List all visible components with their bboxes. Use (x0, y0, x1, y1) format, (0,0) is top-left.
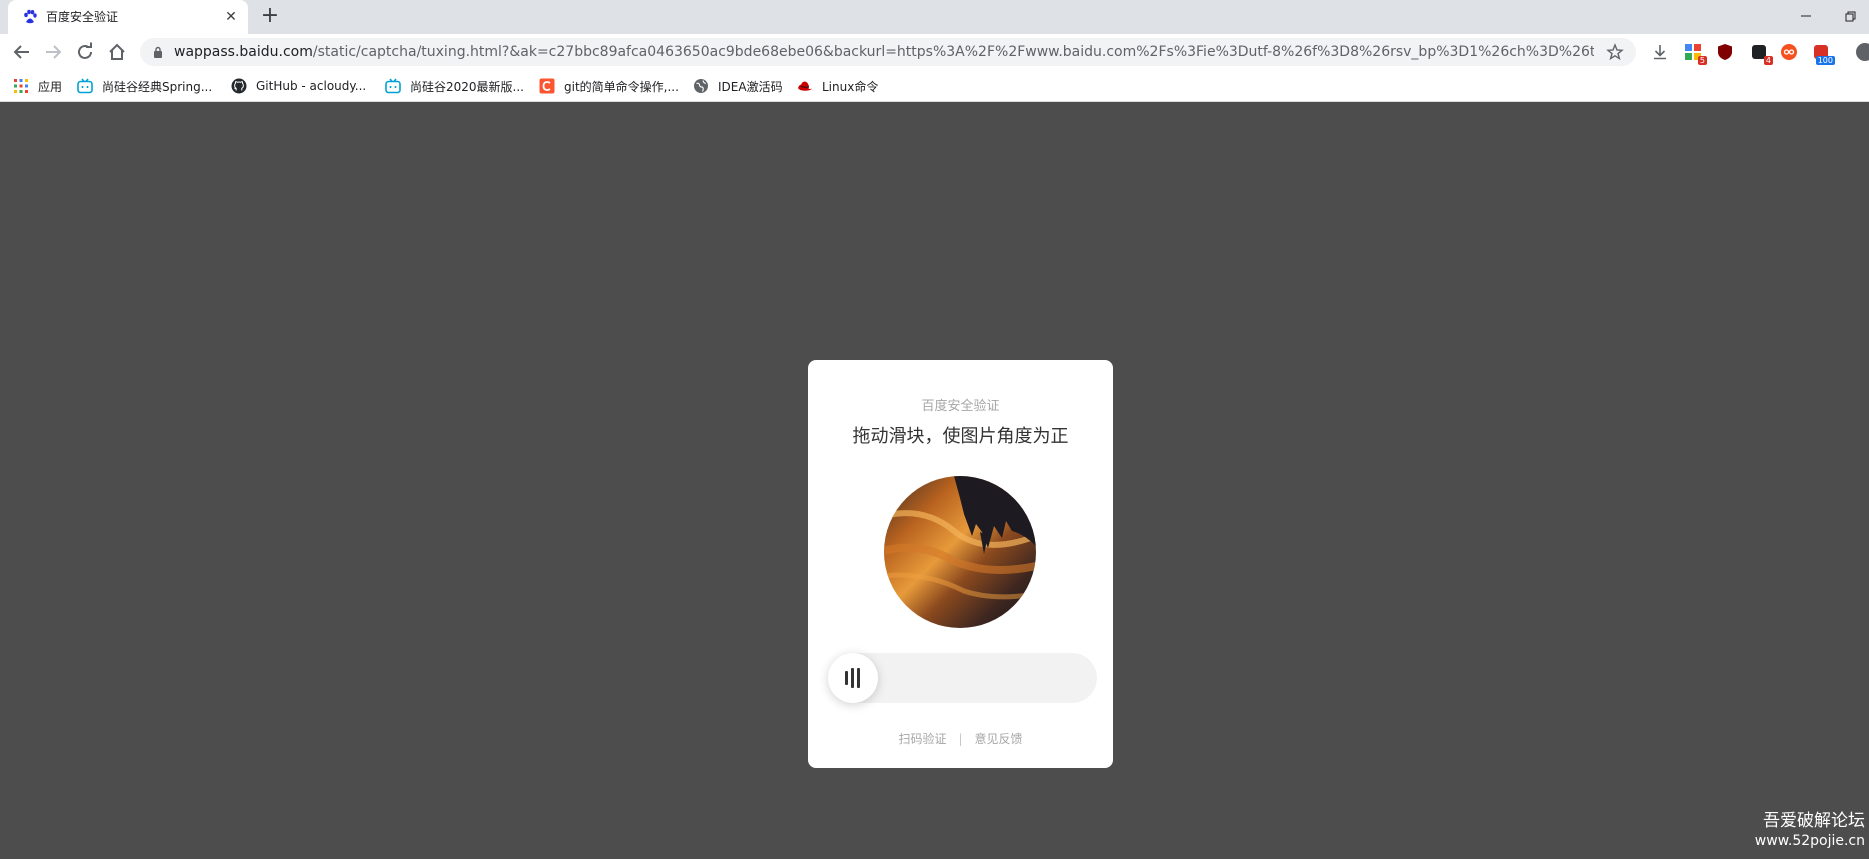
apps-grid-icon (14, 79, 28, 93)
extension-blue-icon[interactable]: 100 (1812, 43, 1835, 65)
orange-circle-icon (1781, 44, 1797, 60)
captcha-brand-title: 百度安全验证 (921, 399, 1000, 414)
extension-badge: 4 (1763, 56, 1773, 65)
bookmark-label: Linux命令 (822, 79, 879, 94)
bookmark-label: 尚硅谷经典Spring... (102, 79, 213, 94)
bilibili-icon (77, 78, 93, 94)
browser-toolbar: wappass.baidu.com/static/captcha/tuxing.… (0, 34, 1869, 70)
download-icon[interactable] (1651, 43, 1669, 61)
watermark: 吾爱破解论坛 www.52pojie.cn (1740, 810, 1865, 850)
baidu-paw-icon (24, 9, 37, 24)
extension-grid-icon[interactable]: 5 (1684, 43, 1707, 65)
tab-active[interactable]: 百度安全验证 ✕ (8, 0, 248, 34)
bookmark-item[interactable]: IDEA激活码 (693, 77, 783, 95)
url-host: wappass.baidu.com (174, 44, 313, 60)
bookmark-item[interactable]: 尚硅谷经典Spring... (77, 77, 212, 95)
watermark-title: 吾爱破解论坛 (1763, 811, 1865, 831)
address-bar[interactable]: wappass.baidu.com/static/captcha/tuxing.… (140, 38, 1636, 66)
bookmark-label: IDEA激活码 (718, 79, 783, 94)
extension-dark-icon[interactable]: 4 (1750, 43, 1773, 65)
sunset-photo-image (884, 476, 1036, 628)
bookmark-label: 尚硅谷2020最新版... (410, 79, 524, 94)
grip-line-icon (845, 671, 848, 685)
window-restore-icon[interactable] (1840, 6, 1860, 26)
home-icon[interactable] (106, 41, 128, 63)
bookmark-label: GitHub - acloudy... (256, 79, 367, 93)
bookmark-item[interactable]: 尚硅谷2020最新版... (385, 77, 524, 95)
window-minimize-icon[interactable] (1796, 6, 1816, 26)
profile-avatar[interactable] (1856, 43, 1869, 61)
bookmark-item[interactable]: git的简单命令操作,... (539, 77, 679, 95)
captcha-card: 百度安全验证 拖动滑块，使图片角度为正 扫码验证 | 意见反馈 (808, 360, 1113, 768)
watermark-url: www.52pojie.cn (1754, 833, 1865, 849)
url-text[interactable]: wappass.baidu.com/static/captcha/tuxing.… (174, 44, 1594, 60)
grip-line-icon (851, 668, 854, 688)
globe-icon (694, 79, 708, 93)
tab-strip: 百度安全验证 ✕ + (0, 0, 1869, 34)
bookmark-label: 应用 (38, 79, 63, 94)
link-separator: | (958, 732, 963, 746)
captcha-instruction: 拖动滑块，使图片角度为正 (852, 426, 1069, 447)
bilibili-icon (385, 78, 401, 94)
new-tab-button[interactable]: + (259, 5, 281, 28)
bookmark-star-icon[interactable] (1606, 43, 1624, 61)
bookmarks-bar: 应用 尚硅谷经典Spring... GitHub - acloudy... 尚硅… (0, 70, 1869, 102)
feedback-link[interactable]: 意见反馈 (975, 732, 1023, 746)
bookmark-label: git的简单命令操作,... (564, 79, 679, 94)
github-icon (231, 78, 247, 94)
rotate-puzzle-image (884, 476, 1036, 628)
tab-title: 百度安全验证 (46, 10, 119, 24)
lock-icon[interactable] (152, 46, 164, 58)
bookmark-apps[interactable]: 应用 (13, 77, 62, 95)
extension-badge: 100 (1815, 56, 1835, 65)
qr-verify-link[interactable]: 扫码验证 (898, 732, 946, 746)
captcha-footer-links: 扫码验证 | 意见反馈 (808, 731, 1113, 747)
grip-line-icon (857, 668, 860, 688)
bookmark-item[interactable]: Linux命令 (797, 77, 878, 95)
extension-badge: 5 (1697, 56, 1707, 65)
redhat-icon (798, 81, 812, 91)
forward-arrow-icon[interactable] (42, 41, 64, 63)
ublock-icon[interactable] (1716, 43, 1734, 61)
tab-close-icon[interactable]: ✕ (222, 8, 240, 26)
back-arrow-icon[interactable] (11, 41, 33, 63)
slider-handle[interactable] (828, 653, 878, 703)
extension-orange-icon[interactable] (1780, 43, 1798, 61)
csdn-icon (539, 78, 555, 94)
reload-icon[interactable] (74, 41, 96, 63)
url-path: /static/captcha/tuxing.html?&ak=c27bbc89… (312, 44, 1594, 60)
shield-icon (1718, 44, 1732, 60)
bookmark-item[interactable]: GitHub - acloudy... (231, 77, 366, 95)
